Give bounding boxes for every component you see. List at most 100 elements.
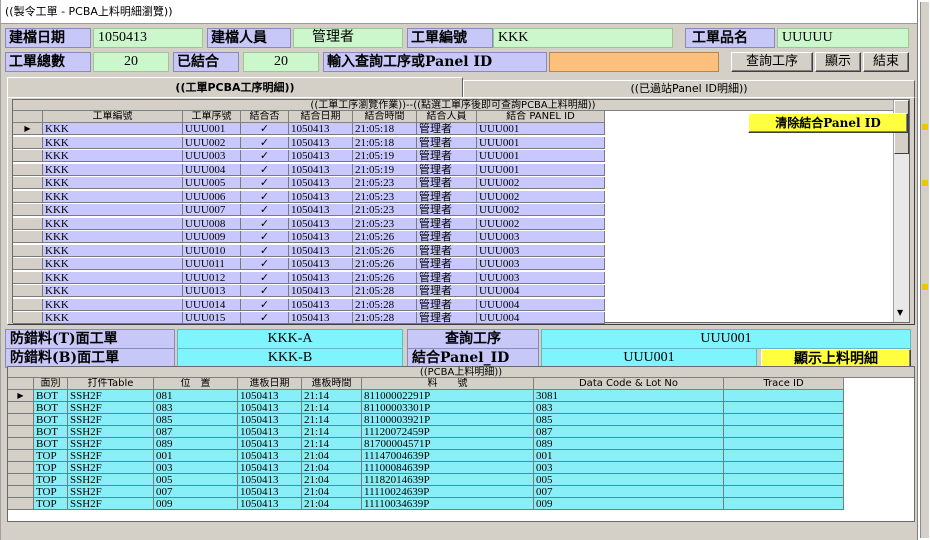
table-cell[interactable]: 005 xyxy=(154,474,238,486)
row-selector[interactable] xyxy=(13,231,43,243)
panel-id-field[interactable]: UUU001 xyxy=(541,348,757,368)
table-cell[interactable] xyxy=(724,450,844,462)
table-cell[interactable]: 11110034639P xyxy=(362,498,534,510)
process-col-date[interactable]: 結合日期 xyxy=(289,111,353,123)
table-cell[interactable]: 089 xyxy=(534,438,724,450)
table-cell[interactable]: UUU003 xyxy=(477,244,605,257)
table-cell[interactable]: 1050413 xyxy=(289,190,353,203)
table-cell[interactable]: KKK xyxy=(43,244,183,257)
table-cell[interactable]: 管理者 xyxy=(417,177,477,189)
table-row[interactable]: TOP SSH2F 007 1050413 21:04 11110024639P 007 xyxy=(8,486,844,498)
table-cell[interactable]: 21:05:28 xyxy=(353,312,417,324)
table-cell[interactable]: UUU002 xyxy=(477,204,605,216)
table-cell[interactable]: 003 xyxy=(534,462,724,474)
table-cell[interactable]: SSH2F xyxy=(68,426,154,438)
row-selector[interactable] xyxy=(13,217,43,230)
table-cell[interactable]: ✓ xyxy=(241,258,289,270)
table-cell[interactable]: ✓ xyxy=(241,123,289,135)
material-col-trace-id[interactable]: Trace ID xyxy=(724,378,844,390)
table-cell[interactable]: UUU004 xyxy=(477,285,605,297)
table-cell[interactable]: 11120072459P xyxy=(362,426,534,438)
total-field[interactable]: 20 xyxy=(93,52,169,72)
table-cell[interactable]: 81100003301P xyxy=(362,402,534,414)
combined-field[interactable]: 20 xyxy=(243,52,319,72)
table-cell[interactable] xyxy=(724,438,844,450)
table-cell[interactable]: 81100003921P xyxy=(362,414,534,426)
table-cell[interactable]: UUU009 xyxy=(183,231,241,243)
table-cell[interactable]: 1050413 xyxy=(289,123,353,135)
table-cell[interactable]: BOT xyxy=(34,402,68,414)
table-cell[interactable]: 21:14 xyxy=(302,426,362,438)
current-row-arrow-icon[interactable]: ▶ xyxy=(8,390,34,402)
table-cell[interactable]: 81700004571P xyxy=(362,438,534,450)
table-row[interactable]: KKK UUU007 ✓ 1050413 21:05:23 管理者 UUU002 xyxy=(13,204,605,216)
table-cell[interactable]: 1050413 xyxy=(238,414,302,426)
table-cell[interactable]: SSH2F xyxy=(68,450,154,462)
table-row[interactable]: KKK UUU006 ✓ 1050413 21:05:23 管理者 UUU002 xyxy=(13,190,605,203)
table-cell[interactable]: UUU007 xyxy=(183,204,241,216)
table-cell[interactable]: 21:05:23 xyxy=(353,217,417,230)
table-cell[interactable]: UUU002 xyxy=(477,190,605,203)
table-cell[interactable]: 21:04 xyxy=(302,498,362,510)
table-cell[interactable]: ✓ xyxy=(241,177,289,189)
table-cell[interactable]: UUU012 xyxy=(183,271,241,284)
table-cell[interactable]: 1050413 xyxy=(289,204,353,216)
table-cell[interactable]: UUU010 xyxy=(183,244,241,257)
table-cell[interactable]: 21:05:23 xyxy=(353,204,417,216)
table-cell[interactable]: UUU001 xyxy=(477,163,605,176)
row-selector[interactable] xyxy=(13,163,43,176)
end-button[interactable]: 結束 xyxy=(863,52,909,72)
table-cell[interactable]: UUU003 xyxy=(477,271,605,284)
table-cell[interactable]: 1050413 xyxy=(289,150,353,162)
table-cell[interactable]: 083 xyxy=(534,402,724,414)
process-col-time[interactable]: 結合時間 xyxy=(353,111,417,123)
row-selector[interactable] xyxy=(8,450,34,462)
table-cell[interactable]: KKK xyxy=(43,177,183,189)
table-cell[interactable]: KKK xyxy=(43,217,183,230)
table-cell[interactable]: 管理者 xyxy=(417,217,477,230)
material-col-table[interactable]: 打件Table xyxy=(68,378,154,390)
row-selector[interactable] xyxy=(13,150,43,162)
row-selector[interactable] xyxy=(8,486,34,498)
table-cell[interactable] xyxy=(724,426,844,438)
table-cell[interactable]: ✓ xyxy=(241,231,289,243)
tab-pcba-process[interactable]: ((工單PCBA工序明細)) xyxy=(7,77,463,98)
table-cell[interactable]: 21:04 xyxy=(302,450,362,462)
table-cell[interactable]: BOT xyxy=(34,438,68,450)
row-selector[interactable] xyxy=(8,438,34,450)
material-col-side[interactable]: 面別 xyxy=(34,378,68,390)
creator-field[interactable]: 管理者 xyxy=(293,28,403,48)
clear-panel-id-button[interactable]: 清除結合Panel ID xyxy=(748,113,908,133)
table-cell[interactable]: 089 xyxy=(154,438,238,450)
table-cell[interactable]: 1050413 xyxy=(238,450,302,462)
table-cell[interactable]: 1050413 xyxy=(289,177,353,189)
table-cell[interactable]: 21:05:28 xyxy=(353,285,417,297)
table-row[interactable]: KKK UUU014 ✓ 1050413 21:05:28 管理者 UUU004 xyxy=(13,298,605,311)
row-selector[interactable] xyxy=(8,426,34,438)
row-selector[interactable] xyxy=(13,298,43,311)
table-row[interactable]: BOT SSH2F 085 1050413 21:14 81100003921P 085 xyxy=(8,414,844,426)
table-row[interactable]: KKK UUU015 ✓ 1050413 21:05:28 管理者 UUU004 xyxy=(13,312,605,324)
table-row[interactable]: TOP SSH2F 005 1050413 21:04 11182014639P 005 xyxy=(8,474,844,486)
table-cell[interactable]: BOT xyxy=(34,414,68,426)
table-cell[interactable]: ✓ xyxy=(241,163,289,176)
table-cell[interactable]: 21:05:23 xyxy=(353,190,417,203)
table-cell[interactable]: 管理者 xyxy=(417,271,477,284)
table-row[interactable]: TOP SSH2F 001 1050413 21:04 11147004639P 001 xyxy=(8,450,844,462)
table-cell[interactable]: SSH2F xyxy=(68,462,154,474)
table-cell[interactable]: TOP xyxy=(34,474,68,486)
table-cell[interactable]: 001 xyxy=(154,450,238,462)
table-cell[interactable]: UUU002 xyxy=(477,217,605,230)
material-col-time[interactable]: 進板時間 xyxy=(302,378,362,390)
table-cell[interactable] xyxy=(724,390,844,402)
process-col-serial[interactable]: 工單序號 xyxy=(183,111,241,123)
table-cell[interactable]: 1050413 xyxy=(238,390,302,402)
table-cell[interactable]: 1050413 xyxy=(289,231,353,243)
table-cell[interactable]: 11100084639P xyxy=(362,462,534,474)
table-row[interactable]: ▶ KKK UUU001 ✓ 1050413 21:05:18 管理者 UUU001 xyxy=(13,123,605,135)
table-cell[interactable]: UUU005 xyxy=(183,177,241,189)
table-cell[interactable]: 1050413 xyxy=(289,285,353,297)
table-cell[interactable]: 81100002291P xyxy=(362,390,534,402)
table-row[interactable]: ▶ BOT SSH2F 081 1050413 21:14 81100002291P 3081 xyxy=(8,390,844,402)
table-cell[interactable]: KKK xyxy=(43,136,183,149)
